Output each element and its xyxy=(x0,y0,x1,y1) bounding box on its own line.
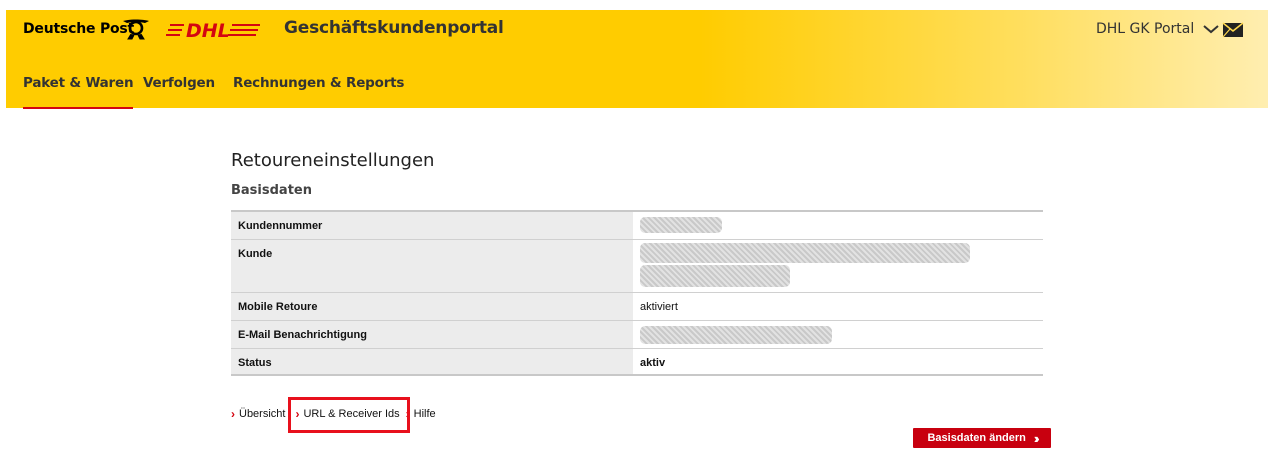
basisdaten-table: Kundennummer Kunde Mobile Retoure aktivi… xyxy=(231,210,1043,376)
chevron-down-icon xyxy=(1203,25,1219,34)
row-label: Kundennummer xyxy=(231,211,633,240)
redacted-value xyxy=(640,264,790,287)
portal-switcher[interactable]: DHL GK Portal xyxy=(1096,21,1220,37)
table-row: E-Mail Benachrichtigung xyxy=(231,320,1043,349)
row-label: Status xyxy=(231,348,633,375)
row-label: Kunde xyxy=(231,239,633,293)
top-header: Deutsche Post DHL Geschäftskundenportal … xyxy=(6,10,1268,109)
portal-switcher-label: DHL GK Portal xyxy=(1096,21,1195,37)
nav-item-rechnungen-reports[interactable]: Rechnungen & Reports xyxy=(233,75,404,91)
row-value: aktiviert xyxy=(633,292,1043,321)
row-value xyxy=(633,239,1043,293)
dhl-logo[interactable]: DHL xyxy=(166,20,262,42)
button-label: Basisdaten ändern xyxy=(927,432,1026,444)
link-uebersicht[interactable]: › Übersicht xyxy=(231,407,285,421)
page-title: Retoureneinstellungen xyxy=(231,150,435,171)
row-value xyxy=(633,211,1043,240)
mail-icon[interactable] xyxy=(1222,22,1244,38)
row-label: E-Mail Benachrichtigung xyxy=(231,320,633,349)
row-value xyxy=(633,320,1043,349)
highlight-annotation xyxy=(288,397,410,433)
link-label: Hilfe xyxy=(413,408,436,420)
table-row: Status aktiv xyxy=(231,348,1043,375)
link-hilfe[interactable]: › Hilfe xyxy=(406,407,436,421)
row-label: Mobile Retoure xyxy=(231,292,633,321)
deutsche-post-logo[interactable]: Deutsche Post xyxy=(23,21,134,37)
nav-item-verfolgen[interactable]: Verfolgen xyxy=(143,75,215,91)
post-horn-icon xyxy=(123,19,149,40)
brand-bar: Deutsche Post DHL Geschäftskundenportal … xyxy=(6,10,1268,54)
table-row: Kundennummer xyxy=(231,211,1043,240)
table-row: Mobile Retoure aktiviert xyxy=(231,292,1043,321)
section-title: Basisdaten xyxy=(231,183,312,198)
link-label: Übersicht xyxy=(239,408,286,420)
portal-title: Geschäftskundenportal xyxy=(284,18,504,38)
nav-item-paket-waren[interactable]: Paket & Waren xyxy=(23,75,134,109)
table-row: Kunde xyxy=(231,239,1043,293)
main-navigation: Paket & Waren Verfolgen Rechnungen & Rep… xyxy=(6,54,1268,109)
redacted-value xyxy=(640,217,722,233)
redacted-value xyxy=(640,242,970,263)
dhl-logo-text: DHL xyxy=(186,20,230,42)
double-chevron-right-icon: ›› xyxy=(1033,430,1039,446)
redacted-value xyxy=(640,325,832,344)
row-value: aktiv xyxy=(633,348,1043,375)
change-basisdaten-button[interactable]: Basisdaten ändern ›› xyxy=(913,428,1051,448)
main-content: Retoureneinstellungen Basisdaten Kundenn… xyxy=(231,150,1043,376)
chevron-right-icon: › xyxy=(231,407,235,421)
